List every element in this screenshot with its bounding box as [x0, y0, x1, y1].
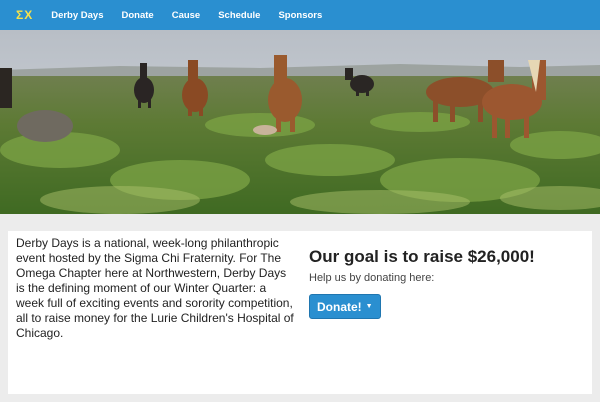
nav-link-cause[interactable]: Cause: [172, 10, 201, 21]
nav-link-donate[interactable]: Donate: [122, 10, 154, 21]
brand-logo[interactable]: ΣΧ: [16, 8, 33, 22]
about-description: Derby Days is a national, week-long phil…: [16, 236, 294, 340]
navbar: ΣΧ Derby Days Donate Cause Schedule Spon…: [0, 0, 600, 30]
nav-link-schedule[interactable]: Schedule: [218, 10, 260, 21]
info-panel: Derby Days is a national, week-long phil…: [8, 231, 592, 394]
nav-link-derby-days[interactable]: Derby Days: [51, 10, 103, 21]
donate-button-label: Donate!: [317, 299, 362, 314]
donate-dropdown-button[interactable]: Donate! ▼: [309, 294, 381, 319]
hero-image: [0, 30, 600, 214]
fundraising-goal-heading: Our goal is to raise $26,000!: [309, 247, 535, 266]
nav-link-sponsors[interactable]: Sponsors: [278, 10, 322, 21]
caret-down-icon: ▼: [365, 303, 373, 310]
hero-horses-field-illustration: [0, 30, 600, 214]
donate-prompt: Help us by donating here:: [309, 272, 435, 284]
